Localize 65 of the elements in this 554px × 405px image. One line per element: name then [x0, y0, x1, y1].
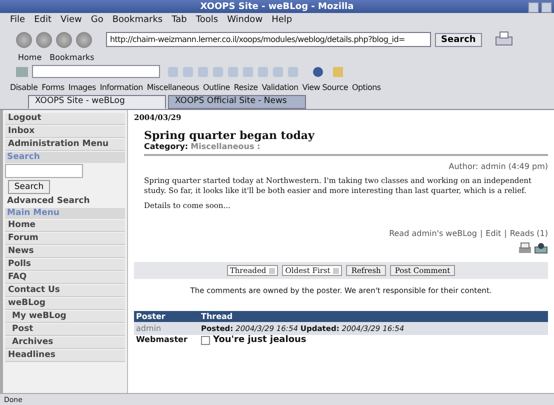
menu-item[interactable]: Tab — [172, 15, 187, 25]
toolbar-menu[interactable]: Outline — [203, 82, 230, 92]
bookmark-item[interactable]: Home — [18, 53, 42, 62]
category-label: Category: — [144, 142, 188, 151]
toolbar-menu[interactable]: Validation — [262, 82, 298, 92]
entry-link[interactable]: Reads (1) — [510, 229, 548, 238]
toolbar-menu[interactable]: Information — [100, 82, 143, 92]
comment-title-link[interactable]: You're just jealous — [213, 335, 306, 345]
search-field[interactable] — [32, 65, 160, 78]
toolbar-menu[interactable]: Images — [68, 82, 96, 92]
minimize-button[interactable] — [528, 2, 539, 13]
entry-link[interactable]: Edit — [486, 229, 502, 238]
entry-author: Author: admin (4:49 pm) — [448, 162, 548, 171]
window-title: XOOPS Site - weBLog - Mozilla — [200, 2, 354, 12]
search-button[interactable]: Search — [8, 180, 50, 194]
sidebar-link[interactable]: Forum — [5, 233, 125, 245]
column-header: Poster — [135, 311, 166, 322]
sidebar-link[interactable]: Home — [5, 220, 125, 232]
category-link[interactable]: Miscellaneous : — [190, 142, 260, 151]
sidebar-link[interactable]: FAQ — [5, 272, 125, 284]
table-cell-text: admin — [135, 323, 162, 335]
sidebar-link[interactable]: News — [5, 246, 125, 258]
table-cell-text: Webmaster — [135, 335, 188, 345]
toolbar-menu[interactable]: Miscellaneous — [146, 82, 200, 92]
entry-link[interactable]: Read admin's weBLog — [389, 229, 477, 238]
link-separator: | — [504, 229, 507, 238]
maximize-button[interactable] — [541, 2, 552, 13]
sidebar-sublink[interactable]: Archives — [5, 337, 125, 349]
sidebar-heading: Search — [5, 152, 125, 163]
menu-item[interactable]: File — [10, 15, 26, 25]
printer-icon[interactable] — [518, 242, 532, 254]
advanced-search-link[interactable]: Advanced Search — [5, 196, 125, 207]
entry-title: Spring quarter began today — [144, 129, 316, 142]
toolbar-menu[interactable]: Options — [352, 82, 381, 92]
sidebar-sublink[interactable]: Post — [5, 324, 125, 336]
toolbar-menu[interactable]: Resize — [234, 82, 258, 92]
sidebar-heading: Main Menu — [5, 208, 125, 219]
menu-item[interactable]: Help — [272, 15, 292, 25]
link-separator: | — [480, 229, 483, 238]
toolbar-menu[interactable]: Forms — [42, 82, 64, 92]
mail-icon[interactable] — [534, 242, 548, 254]
browser-tab[interactable]: XOOPS Official Site - News — [168, 95, 306, 109]
menu-item[interactable]: Tools — [196, 15, 218, 25]
search-button[interactable]: Search — [435, 32, 482, 46]
search-input[interactable] — [5, 164, 83, 178]
browser-tab[interactable]: XOOPS Site - weBLog — [28, 95, 166, 109]
sidebar-link[interactable]: Logout — [5, 113, 125, 125]
sidebar-link[interactable]: Inbox — [5, 126, 125, 138]
bookmark-item[interactable]: Bookmarks — [50, 53, 94, 62]
expand-icon[interactable] — [201, 336, 210, 344]
menu-item[interactable]: Window — [227, 15, 263, 25]
sidebar-link[interactable]: Polls — [5, 259, 125, 271]
toolbar-menu[interactable]: View Source — [302, 82, 348, 92]
sidebar-link[interactable]: Headlines — [5, 350, 125, 362]
sidebar-link[interactable]: Contact Us — [5, 285, 125, 297]
column-header: Thread — [201, 311, 234, 322]
menu-item[interactable]: View — [60, 15, 82, 25]
menu-item[interactable]: Bookmarks — [112, 15, 163, 25]
menu-item[interactable]: Go — [90, 15, 104, 25]
toolbar-menu[interactable]: Disable — [10, 82, 38, 92]
menu-item[interactable]: Edit — [34, 15, 52, 25]
sidebar-link[interactable]: Administration Menu — [5, 139, 125, 151]
sidebar-link[interactable]: weBLog — [5, 298, 125, 310]
address-field[interactable]: http://chaim-weizmann.lerner.co.il/xoops/modules/weblog/details.php?blog_id= — [106, 32, 431, 47]
sidebar-sublink[interactable]: My weBLog — [5, 311, 125, 323]
